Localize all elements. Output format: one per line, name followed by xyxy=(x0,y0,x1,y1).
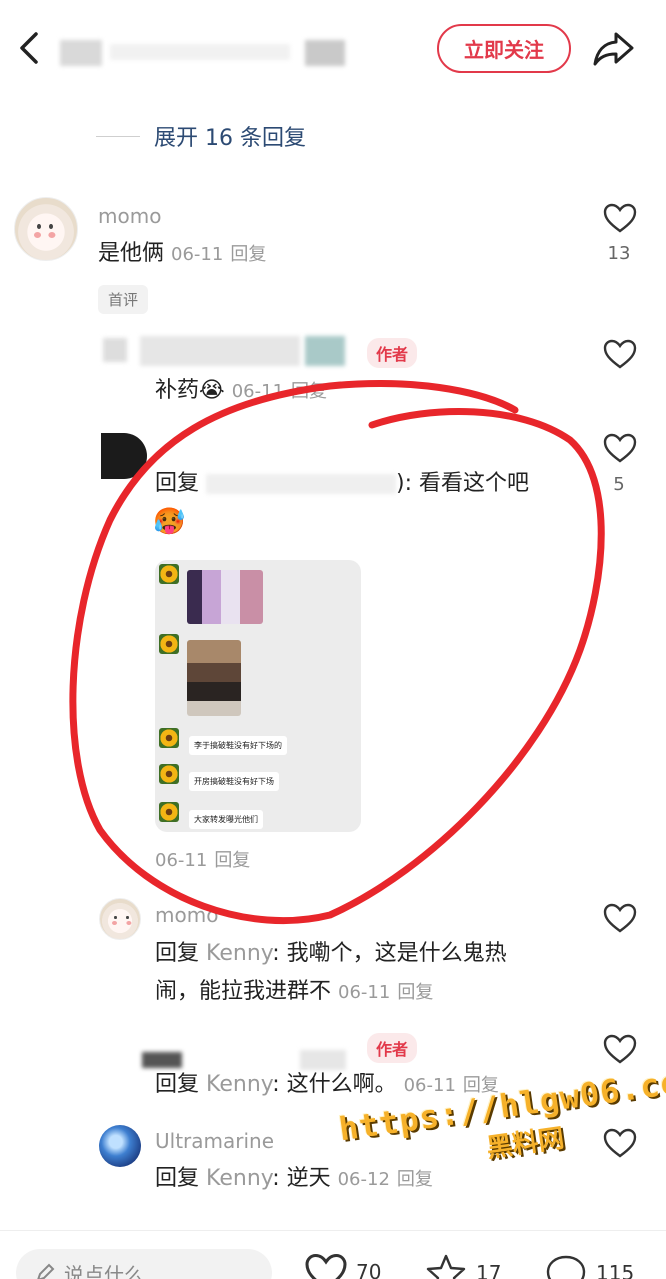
blurred-username xyxy=(110,44,290,60)
reply-author[interactable]: Ultramarine xyxy=(155,1129,274,1153)
share-button[interactable] xyxy=(590,26,636,70)
mention-link[interactable]: Kenny xyxy=(206,1166,272,1191)
first-comment-tag: 首评 xyxy=(98,285,149,314)
chat-bubble: 李于搞破鞋没有好下场的 xyxy=(189,736,287,755)
reply-body: : 我嘞个，这是什么鬼热 xyxy=(272,941,507,966)
reply-date: 06-11 xyxy=(231,381,285,402)
avatar[interactable] xyxy=(101,433,147,479)
reply-emoji: 🥵 xyxy=(153,507,186,537)
reply-prefix: 回复 xyxy=(155,941,200,966)
reply-author[interactable]: momo xyxy=(155,903,218,927)
reply-text: 闹，能拉我进群不 06-11 回复 xyxy=(155,974,433,1011)
chat-bubble: 大家转发曝光他们 xyxy=(189,810,263,829)
crying-emoji: 😭 xyxy=(199,378,225,403)
reply-button[interactable]: 回复 xyxy=(214,850,250,871)
like-count: 70 xyxy=(356,1260,382,1279)
comment-input[interactable]: 说点什么... xyxy=(16,1249,272,1279)
mention-link[interactable]: Kenny xyxy=(206,941,272,966)
reply-date: 06-11 xyxy=(338,982,391,1003)
reply-body: : 逆天 xyxy=(272,1166,331,1191)
like-button[interactable]: 70 xyxy=(304,1253,381,1279)
comment-count: 115 xyxy=(596,1261,635,1279)
divider xyxy=(96,135,140,137)
comment-text: 是他俩 06-11 回复 xyxy=(98,236,266,273)
reply-date: 06-11 xyxy=(403,1075,456,1096)
back-button[interactable] xyxy=(14,28,46,68)
reply-prefix: 回复 xyxy=(155,1072,200,1097)
expand-replies[interactable]: 展开 16 条回复 xyxy=(96,118,306,154)
heart-icon[interactable] xyxy=(603,433,637,463)
reply-body: ): 看看这个吧 xyxy=(396,471,530,496)
top-bar: 立即关注 xyxy=(0,0,666,96)
reply-button[interactable]: 回复 xyxy=(291,381,327,402)
chevron-left-icon xyxy=(20,32,38,64)
pencil-icon xyxy=(37,1263,55,1279)
reply-date: 06-11 xyxy=(155,850,208,871)
collect-button[interactable]: 17 xyxy=(424,1253,501,1279)
avatar[interactable] xyxy=(99,1125,141,1167)
blurred-username xyxy=(305,336,345,366)
blurred-avatar xyxy=(142,1052,182,1068)
expand-replies-label[interactable]: 展开 16 条回复 xyxy=(154,120,306,152)
heart-icon[interactable] xyxy=(603,203,637,233)
blurred-photo xyxy=(187,570,263,624)
bottom-bar: 说点什么... 70 17 115 xyxy=(0,1230,666,1279)
author-badge: 作者 xyxy=(367,1033,418,1063)
avatar[interactable] xyxy=(14,197,78,261)
comment-input-placeholder: 说点什么... xyxy=(64,1262,164,1279)
comment-author[interactable]: momo xyxy=(98,204,161,228)
heart-icon[interactable] xyxy=(603,339,637,369)
reply-body: 补药 xyxy=(155,378,200,403)
follow-button[interactable]: 立即关注 xyxy=(437,24,571,73)
sunflower-avatar xyxy=(159,728,179,748)
heart-icon[interactable] xyxy=(603,903,637,933)
share-icon xyxy=(593,32,634,66)
couple-photo xyxy=(187,640,241,716)
reply-body: 闹，能拉我进群不 xyxy=(155,979,332,1004)
heart-icon[interactable] xyxy=(603,1034,637,1064)
reply-meta: 06-11 回复 xyxy=(155,842,250,879)
like-count: 5 xyxy=(613,474,625,495)
star-icon xyxy=(426,1254,466,1279)
sunflower-avatar xyxy=(159,634,179,654)
sunflower-avatar xyxy=(159,564,179,584)
comment-bubble-icon xyxy=(546,1255,586,1279)
author-badge: 作者 xyxy=(367,338,418,368)
reply-text: 补药😭 06-11 回复 xyxy=(155,373,327,410)
reply-text: 回复 ): 看看这个吧 xyxy=(155,466,529,502)
reply-text: 回复 Kenny: 我嘞个，这是什么鬼热 xyxy=(155,936,575,972)
blurred-mention xyxy=(206,474,397,494)
like-count: 13 xyxy=(607,243,631,264)
blurred-avatar xyxy=(103,338,127,362)
heart-icon xyxy=(305,1254,347,1279)
chat-screenshot-image[interactable]: 李于搞破鞋没有好下场的 开房搞破鞋没有好下场 大家转发曝光他们 xyxy=(155,560,361,832)
sunflower-avatar xyxy=(159,764,179,784)
sunflower-avatar xyxy=(159,802,179,822)
blurred-username xyxy=(140,336,300,366)
comment-button[interactable]: 115 xyxy=(544,1253,634,1279)
reply-body: : 这什么啊。 xyxy=(272,1072,397,1097)
reply-button[interactable]: 回复 xyxy=(230,244,266,265)
reply-prefix: 回复 xyxy=(155,471,200,496)
avatar[interactable] xyxy=(99,898,141,940)
mention-link[interactable]: Kenny xyxy=(206,1072,272,1097)
chat-bubble: 开房搞破鞋没有好下场 xyxy=(189,772,279,791)
comment-body: 是他俩 xyxy=(98,241,165,266)
reply-prefix: 回复 xyxy=(155,1166,200,1191)
blurred-username xyxy=(60,40,102,66)
comment-date: 06-11 xyxy=(171,244,224,265)
blurred-username xyxy=(305,40,345,66)
reply-button[interactable]: 回复 xyxy=(397,982,433,1003)
collect-count: 17 xyxy=(476,1261,502,1279)
